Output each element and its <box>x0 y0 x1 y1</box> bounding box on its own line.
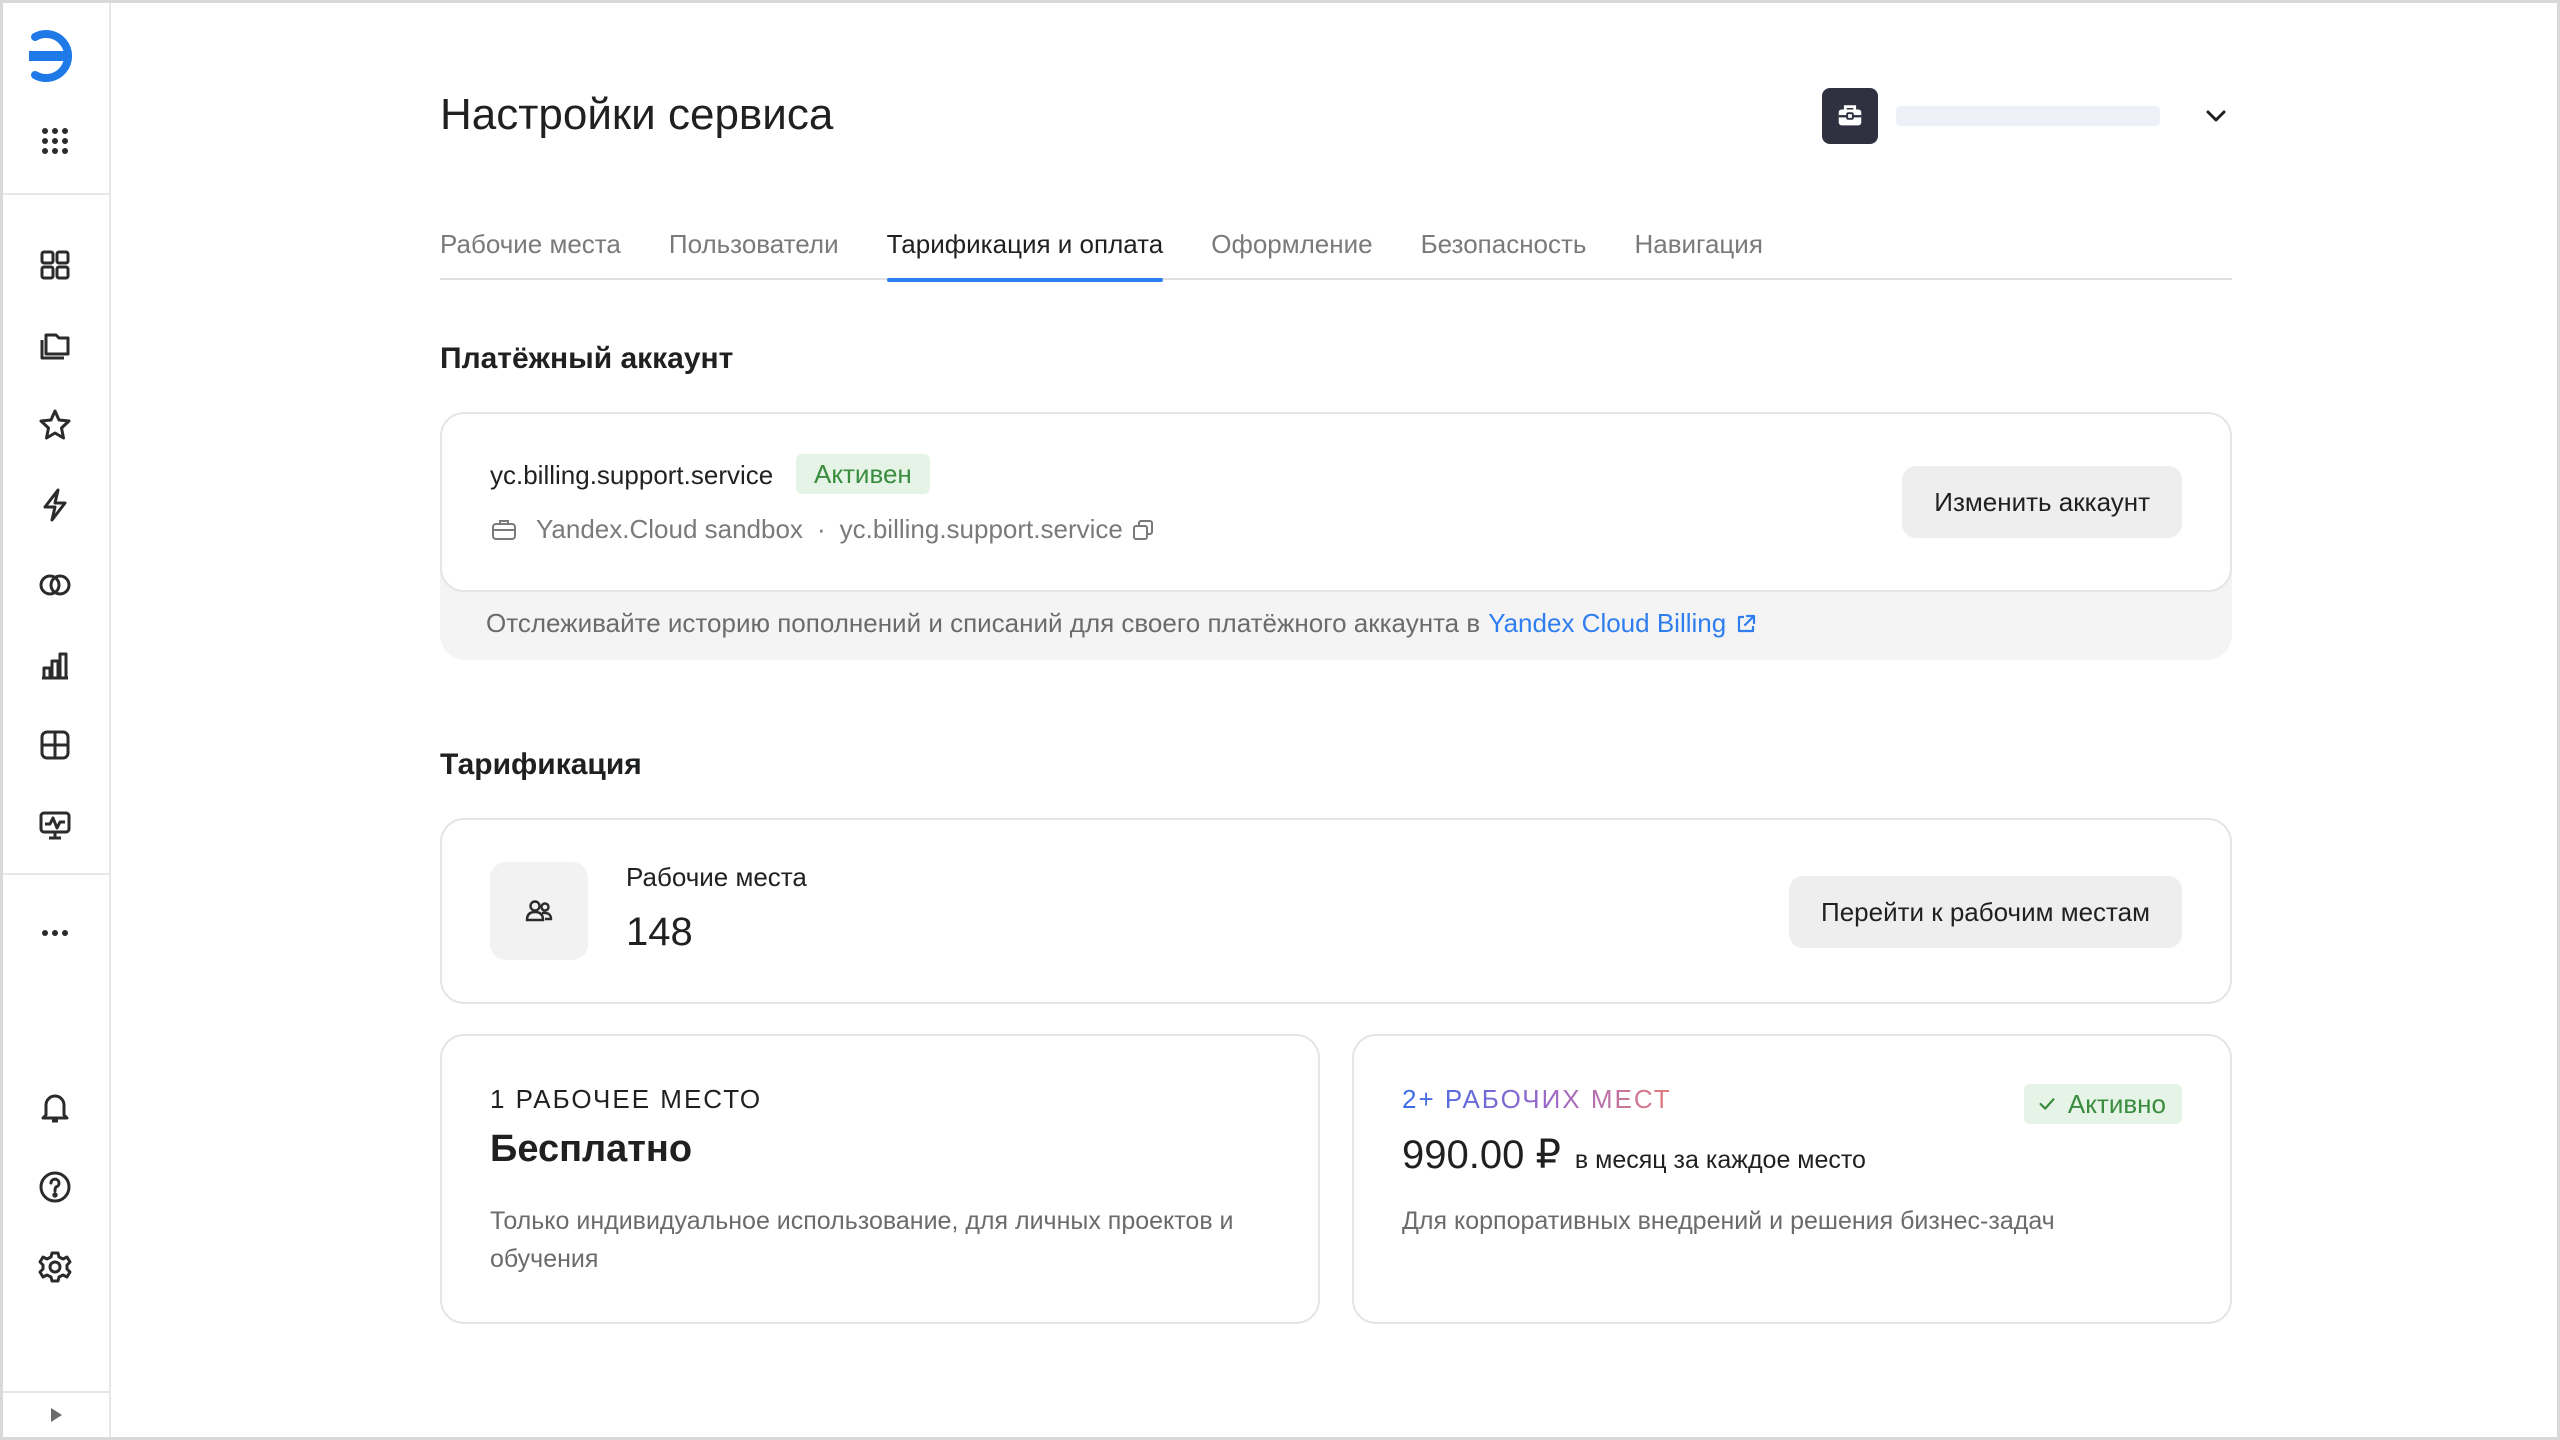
plan-card-free: 1 РАБОЧЕЕ МЕСТО Бесплатно Только индивид… <box>440 1034 1320 1324</box>
account-id: yc.billing.support.service <box>839 514 1123 544</box>
billing-account-panel: yc.billing.support.service Активен Yande… <box>440 412 2232 660</box>
plan-tag: 2+ РАБОЧИХ МЕСТ <box>1402 1084 1672 1114</box>
status-badge: Активен <box>796 454 930 494</box>
cloud-billing-link[interactable]: Yandex Cloud Billing <box>1488 608 1726 639</box>
chevron-down-icon[interactable] <box>2200 100 2232 132</box>
settings-gear-icon[interactable] <box>29 1241 81 1293</box>
plan-price: 990.00 ₽ в месяц за каждое место <box>1402 1132 1866 1178</box>
monitoring-icon[interactable] <box>29 799 81 851</box>
seats-count: 148 <box>626 910 693 954</box>
billing-account-card: yc.billing.support.service Активен Yande… <box>440 412 2232 592</box>
apps-grid-icon[interactable] <box>29 115 81 167</box>
billing-note-text: Отслеживайте историю пополнений и списан… <box>486 608 1481 638</box>
account-name: yc.billing.support.service <box>490 460 774 490</box>
seats-card: Рабочие места 148 Перейти к рабочим мест… <box>440 818 2232 1004</box>
tab-users[interactable]: Пользователи <box>669 220 839 280</box>
separator-dot: · <box>816 514 826 544</box>
tab-appearance[interactable]: Оформление <box>1211 220 1372 280</box>
help-icon[interactable] <box>29 1161 81 1213</box>
workspace-avatar <box>1822 88 1878 144</box>
sidebar <box>3 3 111 1437</box>
plan-title: Бесплатно <box>490 1128 693 1170</box>
billing-note: Отслеживайте историю пополнений и списан… <box>486 608 1758 639</box>
seats-label: Рабочие места <box>626 862 807 892</box>
favorites-star-icon[interactable] <box>29 399 81 451</box>
workspace-name <box>1896 106 2160 126</box>
briefcase-icon <box>492 519 516 540</box>
quick-actions-bolt-icon[interactable] <box>29 479 81 531</box>
change-account-button[interactable]: Изменить аккаунт <box>1902 466 2182 538</box>
dashboards-icon[interactable] <box>29 239 81 291</box>
plan-description: Только индивидуальное использование, для… <box>490 1207 1234 1273</box>
workspace-switcher[interactable] <box>1822 88 2232 144</box>
tariff-title: Тарификация <box>440 748 642 781</box>
page-title: Настройки сервиса <box>440 90 834 139</box>
expand-sidebar-icon[interactable] <box>3 1391 109 1437</box>
payment-account-title: Платёжный аккаунт <box>440 342 734 375</box>
sidebar-divider <box>3 193 109 195</box>
external-link-icon[interactable] <box>1734 612 1758 636</box>
collections-icon[interactable] <box>29 319 81 371</box>
datalens-logo-icon[interactable] <box>23 23 89 89</box>
plan-status-badge: Активно <box>2023 1084 2182 1124</box>
copy-icon[interactable] <box>1131 518 1155 542</box>
price-unit: в месяц за каждое место <box>1574 1146 1866 1174</box>
connections-icon[interactable] <box>29 559 81 611</box>
more-icon[interactable] <box>29 907 81 959</box>
plan-card-paid: 2+ РАБОЧИХ МЕСТ Активно 990.00 ₽ в месяц… <box>1352 1034 2232 1324</box>
plan-tag: 1 РАБОЧЕЕ МЕСТО <box>490 1084 763 1114</box>
check-icon <box>2039 1098 2055 1110</box>
tab-workplaces[interactable]: Рабочие места <box>440 220 621 280</box>
price-amount: 990.00 ₽ <box>1402 1133 1561 1177</box>
notifications-bell-icon[interactable] <box>29 1081 81 1133</box>
cloud-name: Yandex.Cloud sandbox <box>536 514 803 544</box>
account-details: Yandex.Cloud sandbox · yc.billing.suppor… <box>490 514 1155 545</box>
go-to-workplaces-button[interactable]: Перейти к рабочим местам <box>1789 876 2182 948</box>
users-icon <box>490 862 588 960</box>
sidebar-divider <box>3 873 109 875</box>
datasets-icon[interactable] <box>29 719 81 771</box>
tab-navigation[interactable]: Навигация <box>1634 220 1762 280</box>
tab-security[interactable]: Безопасность <box>1421 220 1587 280</box>
plan-status-text: Активно <box>2067 1089 2166 1119</box>
briefcase-icon <box>1838 105 1862 126</box>
tab-billing[interactable]: Тарификация и оплата <box>886 220 1163 282</box>
settings-tabs: Рабочие места Пользователи Тарификация и… <box>440 220 2232 282</box>
charts-icon[interactable] <box>29 639 81 691</box>
plan-description: Для корпоративных внедрений и решения би… <box>1402 1207 2055 1235</box>
